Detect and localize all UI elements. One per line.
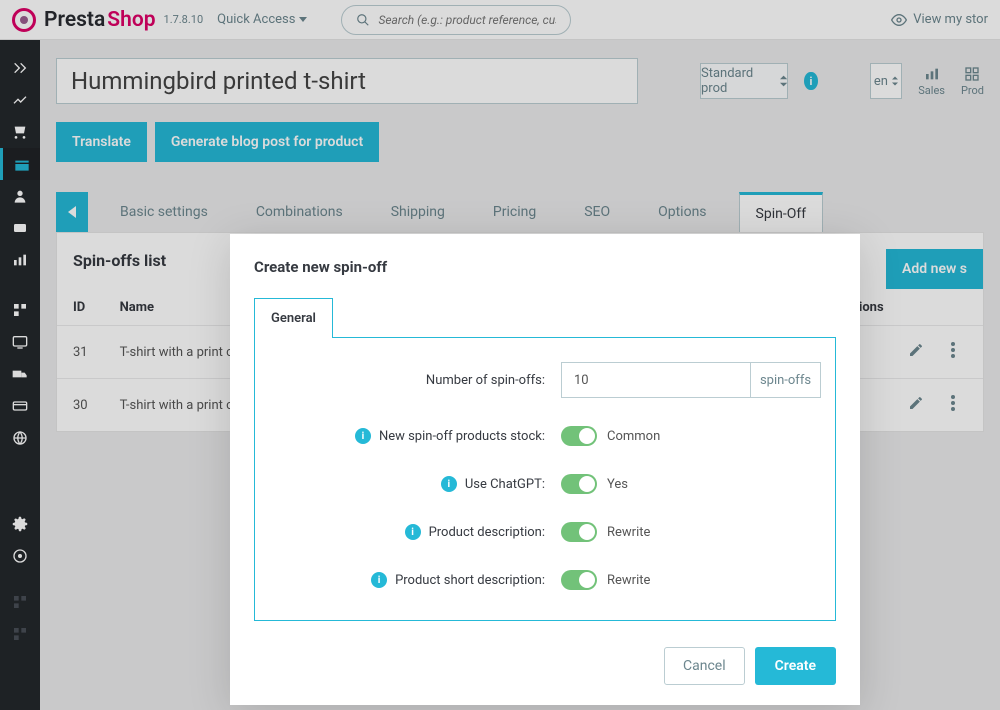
desc-toggle[interactable]	[561, 522, 597, 542]
number-label: Number of spin-offs:	[279, 373, 561, 388]
info-icon[interactable]: i	[371, 572, 387, 588]
stock-toggle[interactable]	[561, 426, 597, 446]
modal-tab-general[interactable]: General	[254, 298, 333, 338]
info-icon[interactable]: i	[441, 476, 457, 492]
number-input[interactable]	[561, 362, 751, 398]
create-spinoff-modal: Create new spin-off General Number of sp…	[230, 234, 860, 705]
create-button[interactable]: Create	[755, 647, 836, 685]
chatgpt-value: Yes	[607, 477, 628, 492]
info-icon[interactable]: i	[405, 524, 421, 540]
info-icon[interactable]: i	[355, 428, 371, 444]
chatgpt-label: Use ChatGPT:	[465, 477, 545, 492]
chatgpt-toggle[interactable]	[561, 474, 597, 494]
modal-title: Create new spin-off	[254, 258, 836, 276]
short-label: Product short description:	[395, 573, 545, 588]
stock-value: Common	[607, 429, 660, 444]
desc-value: Rewrite	[607, 525, 650, 540]
number-suffix: spin-offs	[751, 362, 821, 398]
cancel-button[interactable]: Cancel	[664, 647, 745, 685]
short-value: Rewrite	[607, 573, 650, 588]
desc-label: Product description:	[429, 525, 545, 540]
short-toggle[interactable]	[561, 570, 597, 590]
stock-label: New spin-off products stock:	[379, 429, 545, 444]
